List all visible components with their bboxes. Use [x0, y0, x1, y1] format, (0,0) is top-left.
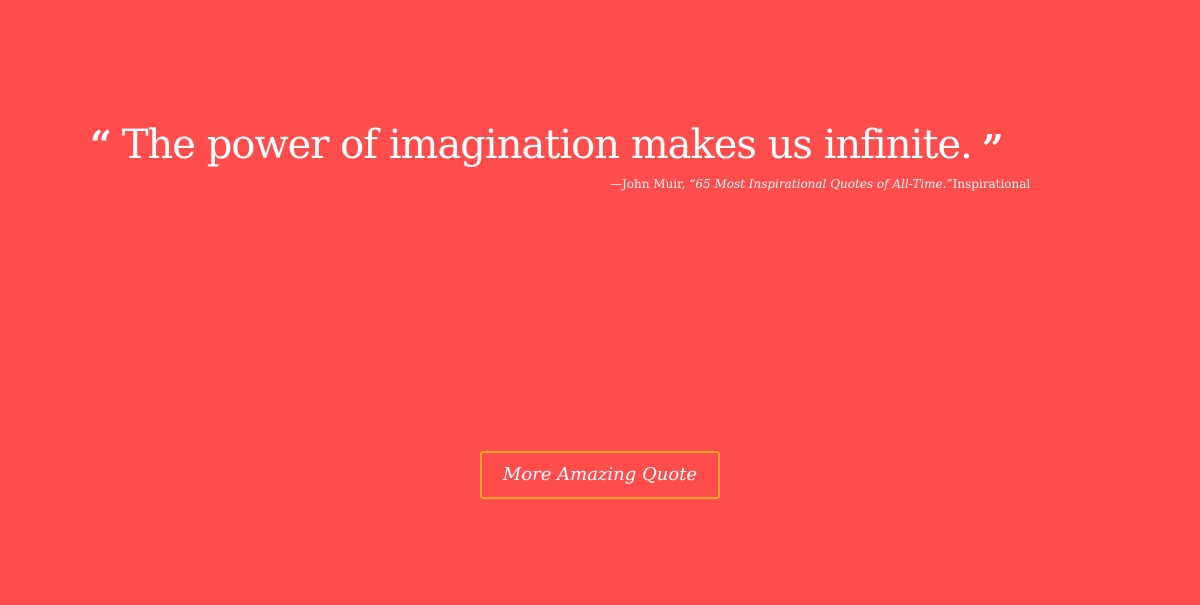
more-quote-button[interactable]: More Amazing Quote — [480, 451, 720, 499]
close-quote-icon: ” — [981, 126, 1004, 171]
attribution-source: “65 Most Inspirational Quotes of All-Tim… — [689, 177, 953, 191]
quote-block: “ The power of imagination makes us infi… — [90, 118, 1050, 172]
attribution-tag: Inspirational — [952, 177, 1031, 191]
quote-attribution: —John Muir, “65 Most Inspirational Quote… — [610, 176, 1030, 192]
quote-text: The power of imagination makes us infini… — [121, 122, 973, 168]
quote-line: “ The power of imagination makes us infi… — [90, 118, 1050, 172]
open-quote-icon: “ — [90, 122, 112, 167]
attribution-author: —John Muir, — [610, 177, 690, 191]
